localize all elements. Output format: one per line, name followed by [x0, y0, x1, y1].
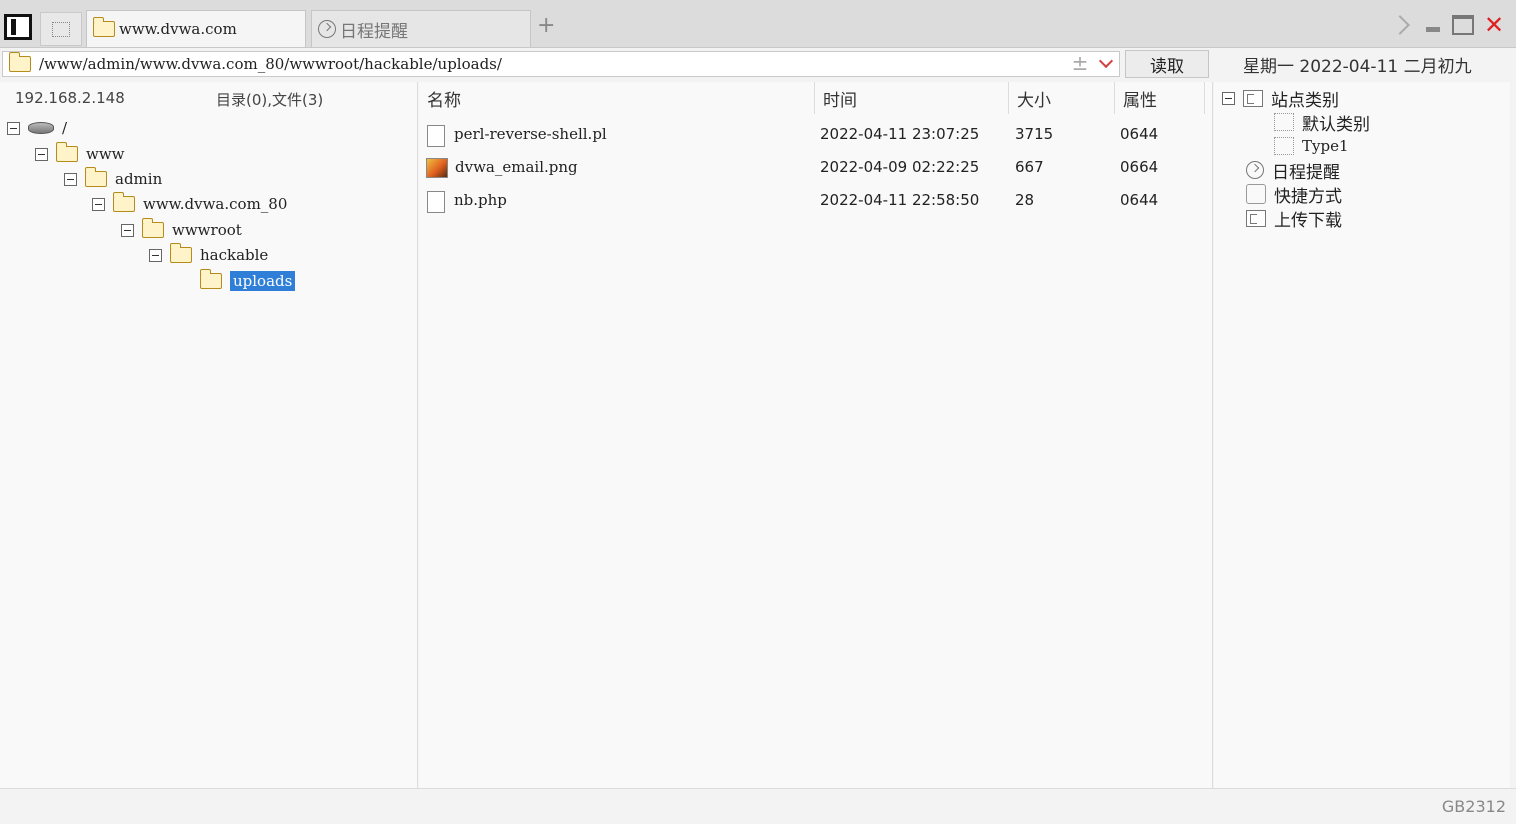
tab-site[interactable]: www.dvwa.com — [86, 10, 306, 47]
blank-tab-icon — [52, 22, 70, 37]
host-ip: 192.168.2.148 — [15, 89, 125, 107]
table-row[interactable]: dvwa_email.png 2022-04-09 02:22:25 667 0… — [419, 153, 1213, 183]
tree-node-shortcuts[interactable]: 快捷方式 — [1246, 182, 1342, 207]
column-header-size[interactable]: 大小 — [1009, 82, 1115, 114]
file-size: 3715 — [1015, 125, 1054, 143]
chevron-down-icon[interactable] — [1098, 56, 1114, 70]
file-name: dvwa_email.png — [455, 158, 578, 176]
add-tab-button[interactable]: + — [537, 15, 555, 37]
folder-icon — [84, 167, 107, 187]
dotted-box-icon — [1274, 113, 1294, 131]
tree-node-site-category[interactable]: 站点类别 — [1222, 86, 1339, 111]
tree-node-hackable[interactable]: hackable — [149, 243, 268, 267]
column-header-time[interactable]: 时间 — [815, 82, 1009, 114]
tree-node-schedule[interactable]: 日程提醒 — [1246, 158, 1340, 183]
clock-icon — [318, 20, 336, 38]
file-name: nb.php — [454, 191, 507, 209]
table-row[interactable]: nb.php 2022-04-11 22:58:50 28 0644 — [419, 186, 1213, 216]
tree-node-root[interactable]: / — [7, 116, 67, 140]
tree-node-site[interactable]: www.dvwa.com_80 — [92, 192, 287, 216]
collapse-toggle-icon[interactable] — [7, 121, 20, 135]
image-icon — [426, 158, 448, 178]
chevron-right-icon[interactable] — [1390, 12, 1410, 38]
folder-icon — [55, 142, 78, 162]
file-icon — [427, 125, 445, 147]
tree-label: Type1 — [1302, 137, 1349, 155]
tree-label: uploads — [230, 271, 296, 291]
item-count: 目录(0),文件(3) — [216, 91, 324, 109]
tree-label: wwwroot — [172, 221, 242, 239]
table-row[interactable]: perl-reverse-shell.pl 2022-04-11 23:07:2… — [419, 120, 1213, 150]
tree-node-admin[interactable]: admin — [64, 167, 162, 191]
folder-icon — [141, 218, 164, 238]
file-time: 2022-04-11 23:07:25 — [820, 125, 980, 143]
transfer-icon — [1246, 209, 1266, 227]
tree-label: www.dvwa.com_80 — [143, 195, 288, 213]
file-attr: 0644 — [1120, 125, 1159, 143]
collapse-toggle-icon[interactable] — [149, 248, 162, 262]
file-list-panel: 名称 时间 大小 属性 perl-reverse-shell.pl 2022-0… — [419, 82, 1213, 788]
blank-tab[interactable] — [40, 12, 82, 46]
tree-node-type1[interactable]: Type1 — [1274, 134, 1349, 158]
collapse-toggle-icon[interactable] — [121, 223, 134, 237]
minimize-button[interactable] — [1424, 12, 1442, 38]
category-icon — [1243, 89, 1263, 107]
file-attr: 0664 — [1120, 158, 1159, 176]
hand-icon — [1246, 184, 1266, 204]
tab-label: www.dvwa.com — [119, 20, 237, 38]
collapse-toggle-icon[interactable] — [92, 197, 105, 211]
tab-schedule[interactable]: 日程提醒 — [311, 10, 531, 47]
tree-label: 上传下载 — [1274, 210, 1342, 231]
drive-icon — [28, 122, 54, 134]
date-info: 星期一 2022-04-11 二月初九 — [1243, 57, 1472, 77]
collapse-toggle-icon[interactable] — [1222, 91, 1235, 105]
tree-node-wwwroot[interactable]: wwwroot — [121, 218, 242, 242]
folder-icon — [199, 269, 222, 289]
tree-label: 快捷方式 — [1274, 186, 1342, 207]
panel-toggle-icon[interactable] — [4, 14, 32, 40]
file-time: 2022-04-11 22:58:50 — [820, 191, 980, 209]
maximize-button[interactable] — [1452, 12, 1474, 38]
tree-label: hackable — [200, 246, 269, 264]
collapse-toggle-icon[interactable] — [35, 147, 48, 161]
file-size: 667 — [1015, 158, 1044, 176]
side-tree-panel: 站点类别 默认类别 Type1 日程提醒 快捷方式 上传下载 — [1214, 82, 1510, 788]
file-icon — [427, 191, 445, 213]
tree-label: www — [86, 145, 125, 163]
tree-node-uploads[interactable]: uploads — [199, 269, 296, 293]
tree-label: 站点类别 — [1271, 90, 1339, 111]
close-button[interactable]: ✕ — [1483, 11, 1505, 39]
folder-icon — [92, 17, 115, 37]
status-bar: GB2312 — [0, 788, 1516, 824]
directory-panel: 192.168.2.148 目录(0),文件(3) / www admin ww… — [0, 82, 418, 788]
tree-node-transfer[interactable]: 上传下载 — [1246, 206, 1342, 231]
tree-node-default-category[interactable]: 默认类别 — [1274, 110, 1370, 135]
read-button[interactable]: 读取 — [1125, 50, 1209, 78]
tree-node-www[interactable]: www — [35, 142, 125, 166]
address-path: /www/admin/www.dvwa.com_80/wwwroot/hacka… — [39, 55, 502, 73]
collapse-toggle-icon[interactable] — [64, 172, 77, 186]
column-header-name[interactable]: 名称 — [419, 82, 815, 114]
file-name: perl-reverse-shell.pl — [454, 125, 607, 143]
tree-label: admin — [115, 170, 163, 188]
encoding-label[interactable]: GB2312 — [1442, 797, 1506, 816]
tab-bar: www.dvwa.com 日程提醒 + ✕ — [0, 0, 1516, 48]
tree-label: 日程提醒 — [1272, 162, 1340, 183]
clock-icon — [1246, 161, 1264, 179]
folder-icon — [112, 192, 135, 212]
add-bookmark-button[interactable]: ± — [1070, 52, 1090, 74]
file-time: 2022-04-09 02:22:25 — [820, 158, 980, 176]
column-header-attr[interactable]: 属性 — [1115, 82, 1205, 114]
tab-label: 日程提醒 — [340, 21, 408, 42]
file-attr: 0644 — [1120, 191, 1159, 209]
tree-label: / — [62, 119, 68, 137]
folder-icon — [8, 52, 31, 72]
file-size: 28 — [1015, 191, 1035, 209]
dotted-box-icon — [1274, 137, 1294, 155]
address-bar[interactable]: /www/admin/www.dvwa.com_80/wwwroot/hacka… — [2, 51, 1120, 77]
tree-label: 默认类别 — [1302, 114, 1370, 135]
folder-icon — [169, 243, 192, 263]
